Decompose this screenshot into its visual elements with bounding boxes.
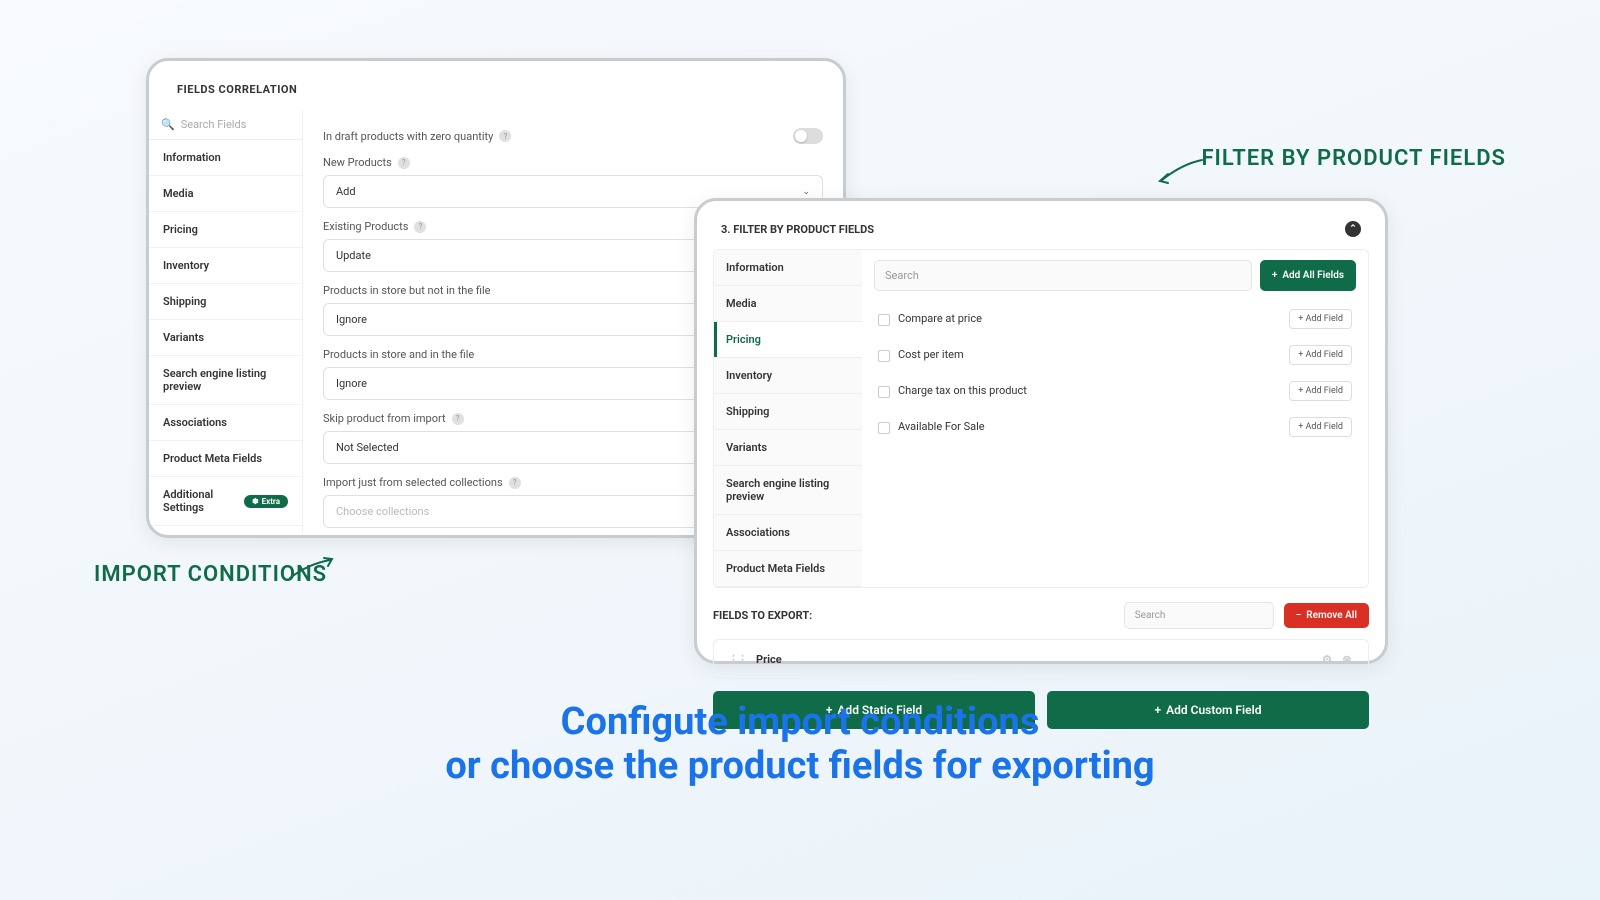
filter-tab-seo[interactable]: Search engine listing preview	[714, 466, 862, 515]
sidebar-item-inventory[interactable]: Inventory	[149, 248, 302, 284]
panel-header: 3. FILTER BY PRODUCT FIELDS	[721, 223, 874, 236]
add-all-fields-button[interactable]: +Add All Fields	[1260, 260, 1356, 291]
headline: Configute import conditions or choose th…	[0, 700, 1600, 788]
help-icon[interactable]: ?	[499, 130, 511, 142]
filter-tab-information[interactable]: Information	[714, 250, 862, 286]
close-icon[interactable]: ⊗	[1340, 652, 1354, 666]
chevron-down-icon: ⌄	[802, 187, 810, 197]
filter-tab-media[interactable]: Media	[714, 286, 862, 322]
export-search-input[interactable]: Search	[1124, 602, 1274, 629]
arrow-icon	[288, 556, 338, 586]
filter-tab-variants[interactable]: Variants	[714, 430, 862, 466]
filter-tab-meta[interactable]: Product Meta Fields	[714, 551, 862, 587]
filter-tab-pricing[interactable]: Pricing	[714, 322, 862, 358]
sidebar-item-import-conditions[interactable]: Import Conditions Extra	[149, 526, 302, 538]
sidebar-item-information[interactable]: Information	[149, 140, 302, 176]
checkbox[interactable]	[878, 386, 890, 398]
checkbox[interactable]	[878, 422, 890, 434]
arrow-icon	[1156, 156, 1206, 186]
remove-all-button[interactable]: −Remove All	[1284, 603, 1369, 628]
field-row: Cost per item + Add Field	[874, 337, 1356, 373]
sidebar-item-meta[interactable]: Product Meta Fields	[149, 441, 302, 477]
filter-tab-shipping[interactable]: Shipping	[714, 394, 862, 430]
help-icon[interactable]: ?	[509, 477, 521, 489]
add-field-button[interactable]: + Add Field	[1289, 417, 1352, 437]
filter-tab-associations[interactable]: Associations	[714, 515, 862, 551]
filter-sidebar: Information Media Pricing Inventory Ship…	[714, 250, 862, 587]
filter-tab-inventory[interactable]: Inventory	[714, 358, 862, 394]
add-field-button[interactable]: + Add Field	[1289, 381, 1352, 401]
export-field-item[interactable]: ⋮⋮Price ⚙ ⊗	[713, 639, 1369, 679]
add-field-button[interactable]: + Add Field	[1289, 345, 1352, 365]
sidebar-item-media[interactable]: Media	[149, 176, 302, 212]
drag-icon[interactable]: ⋮⋮	[728, 653, 746, 666]
sidebar-item-variants[interactable]: Variants	[149, 320, 302, 356]
sidebar-item-associations[interactable]: Associations	[149, 405, 302, 441]
field-row: Compare at price + Add Field	[874, 301, 1356, 337]
extra-badge: Extra	[244, 495, 288, 508]
add-field-button[interactable]: + Add Field	[1289, 309, 1352, 329]
field-row: Available For Sale + Add Field	[874, 409, 1356, 445]
sidebar-item-additional[interactable]: Additional Settings Extra	[149, 477, 302, 526]
help-icon[interactable]: ?	[452, 413, 464, 425]
minus-icon: −	[1296, 610, 1302, 621]
help-icon[interactable]: ?	[398, 157, 410, 169]
filter-fields-panel: 3. FILTER BY PRODUCT FIELDS ⌃ Informatio…	[694, 198, 1388, 664]
annotation-right: FILTER BY PRODUCT FIELDS	[1201, 146, 1506, 171]
search-icon: 🔍	[161, 118, 175, 131]
search-fields-input[interactable]: 🔍 Search Fields	[149, 110, 302, 140]
fields-sidebar: 🔍 Search Fields Information Media Pricin…	[149, 110, 303, 532]
panel-title: FIELDS CORRELATION	[149, 61, 843, 110]
collapse-icon[interactable]: ⌃	[1345, 221, 1361, 237]
sidebar-item-seo[interactable]: Search engine listing preview	[149, 356, 302, 405]
checkbox[interactable]	[878, 350, 890, 362]
sidebar-item-shipping[interactable]: Shipping	[149, 284, 302, 320]
field-row: Charge tax on this product + Add Field	[874, 373, 1356, 409]
filter-search-input[interactable]: Search	[874, 260, 1252, 291]
export-title: FIELDS TO EXPORT:	[713, 609, 1114, 622]
draft-toggle[interactable]	[793, 128, 823, 144]
plus-icon: +	[1272, 270, 1278, 281]
checkbox[interactable]	[878, 314, 890, 326]
gear-icon[interactable]: ⚙	[1320, 652, 1334, 666]
sidebar-item-pricing[interactable]: Pricing	[149, 212, 302, 248]
help-icon[interactable]: ?	[414, 221, 426, 233]
